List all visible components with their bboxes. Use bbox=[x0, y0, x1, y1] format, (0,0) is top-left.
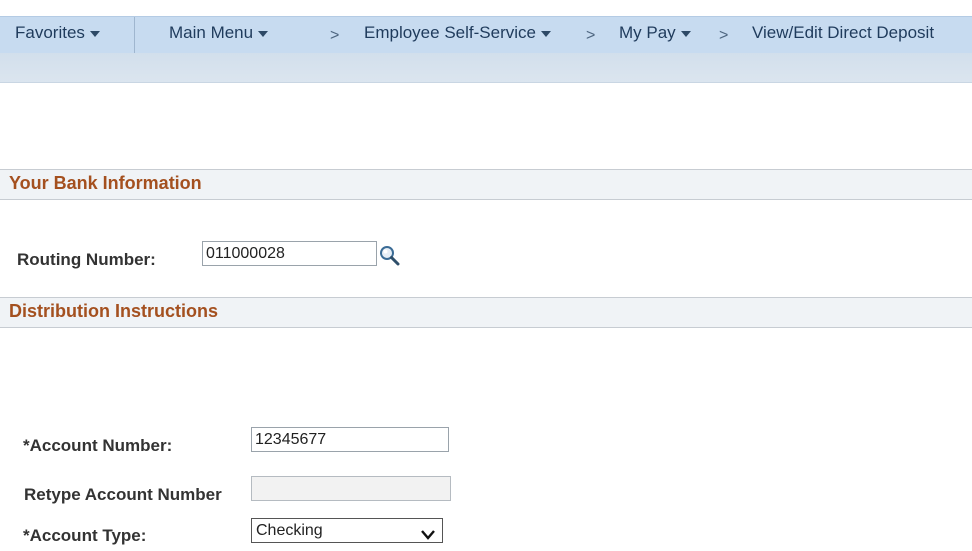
favorites-menu[interactable]: Favorites bbox=[15, 23, 100, 43]
my-pay-menu[interactable]: My Pay bbox=[619, 23, 691, 43]
retype-account-number-input[interactable] bbox=[251, 476, 451, 501]
chevron-down-icon bbox=[680, 30, 691, 37]
top-navigation-bar: Favorites Main Menu > Employee Self-Serv… bbox=[0, 16, 972, 53]
main-menu-label: Main Menu bbox=[169, 23, 254, 42]
section-title: Your Bank Information bbox=[9, 173, 202, 193]
main-menu[interactable]: Main Menu bbox=[169, 23, 269, 43]
search-icon[interactable] bbox=[378, 244, 402, 271]
my-pay-label: My Pay bbox=[619, 23, 676, 42]
account-type-label: *Account Type: bbox=[23, 526, 147, 545]
favorites-label: Favorites bbox=[15, 23, 85, 42]
chevron-down-icon bbox=[258, 30, 269, 37]
breadcrumb-current-page[interactable]: View/Edit Direct Deposit bbox=[752, 23, 934, 43]
section-title: Distribution Instructions bbox=[9, 301, 218, 321]
account-type-select[interactable]: Checking bbox=[251, 518, 443, 543]
page: Favorites Main Menu > Employee Self-Serv… bbox=[0, 0, 972, 551]
account-type-selected-value: Checking bbox=[256, 522, 323, 539]
breadcrumb-separator: > bbox=[719, 27, 729, 44]
chevron-down-icon bbox=[540, 30, 551, 37]
nav-subbar bbox=[0, 53, 972, 83]
chevron-down-icon bbox=[420, 525, 436, 548]
employee-self-service-menu[interactable]: Employee Self-Service bbox=[364, 23, 551, 43]
breadcrumb-separator: > bbox=[330, 27, 340, 44]
retype-account-number-label: Retype Account Number bbox=[24, 485, 222, 504]
account-number-label: *Account Number: bbox=[23, 436, 173, 455]
employee-self-service-label: Employee Self-Service bbox=[364, 23, 536, 42]
account-number-input[interactable]: 12345677 bbox=[251, 427, 449, 452]
routing-number-input[interactable]: 011000028 bbox=[202, 241, 377, 266]
routing-number-label: Routing Number: bbox=[17, 250, 156, 269]
bank-information-header: Your Bank Information bbox=[0, 169, 972, 200]
distribution-instructions-header: Distribution Instructions bbox=[0, 297, 972, 328]
nav-divider bbox=[134, 17, 135, 53]
chevron-down-icon bbox=[89, 30, 100, 37]
breadcrumb-separator: > bbox=[586, 27, 596, 44]
